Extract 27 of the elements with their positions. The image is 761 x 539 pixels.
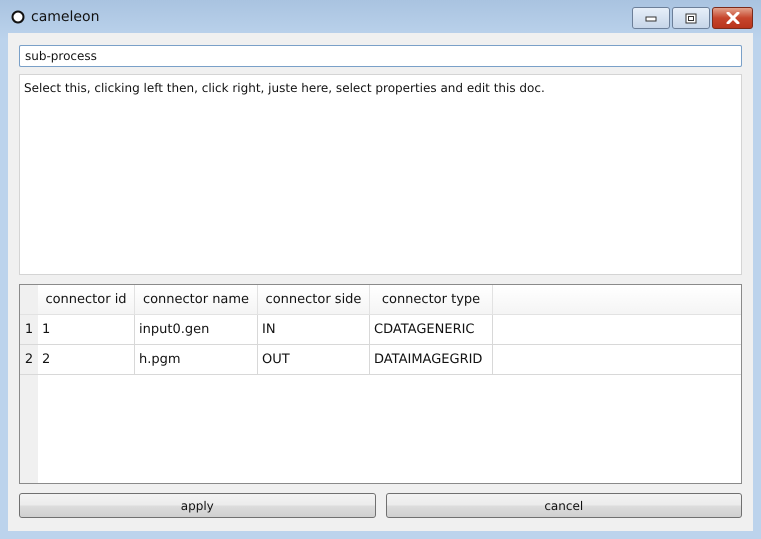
description-text: Select this, clicking left then, click right, juste here, select properties and edit this doc. (24, 81, 545, 95)
maximize-button[interactable] (672, 7, 710, 29)
cancel-button[interactable]: cancel (386, 493, 742, 518)
table-cell: IN (258, 315, 370, 344)
table-cell: h.pgm (135, 345, 258, 374)
table-cell: DATAIMAGEGRID (370, 345, 493, 374)
table-cell: input0.gen (135, 315, 258, 344)
table-cell: 1 (38, 315, 135, 344)
row-header[interactable]: 2 (20, 345, 38, 374)
minimize-icon (645, 14, 657, 22)
circle-icon (11, 10, 25, 24)
minimize-button[interactable] (632, 7, 670, 29)
close-button[interactable] (712, 7, 753, 29)
table-cell: 2 (38, 345, 135, 374)
maximize-icon (685, 12, 697, 24)
table-cell: CDATAGENERIC (370, 315, 493, 344)
name-field[interactable]: sub-process (19, 45, 742, 67)
row-header[interactable]: 1 (20, 315, 38, 344)
column-header[interactable]: connector id (38, 285, 135, 314)
column-header[interactable]: connector name (135, 285, 258, 314)
close-icon (726, 12, 740, 24)
window-title: cameleon (31, 8, 100, 24)
column-header[interactable]: connector side (258, 285, 370, 314)
table-cell: OUT (258, 345, 370, 374)
apply-button[interactable]: apply (19, 493, 376, 518)
column-header[interactable]: connector type (370, 285, 493, 314)
description-area[interactable]: Select this, clicking left then, click right, juste here, select properties and edit this doc. (19, 74, 742, 275)
